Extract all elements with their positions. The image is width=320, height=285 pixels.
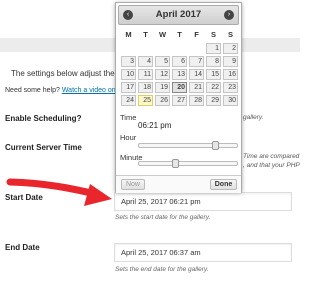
- end-date-input[interactable]: April 25, 2017 06:37 am: [114, 243, 292, 262]
- enable-scheduling-label: Enable Scheduling?: [5, 114, 82, 123]
- calendar-day[interactable]: 15: [206, 69, 221, 80]
- calendar-day[interactable]: 23: [223, 82, 238, 93]
- weekday-header: S: [227, 30, 233, 39]
- server-time-desc-fragment-2: , and that your PHP: [243, 162, 300, 169]
- start-date-input[interactable]: April 25, 2017 06:21 pm: [114, 192, 292, 211]
- calendar-day[interactable]: 14: [189, 69, 204, 80]
- calendar-day[interactable]: 3: [121, 56, 136, 67]
- calendar-day[interactable]: 8: [206, 56, 221, 67]
- hour-slider[interactable]: [138, 141, 238, 150]
- start-date-label: Start Date: [5, 193, 43, 202]
- weekday-header: W: [158, 30, 167, 39]
- done-button[interactable]: Done: [210, 179, 237, 190]
- calendar-day[interactable]: 24: [121, 95, 136, 106]
- weekday-header: F: [194, 30, 199, 39]
- weekday-header: M: [125, 30, 132, 39]
- calendar-day-grid: 1 2 3 4 5 6 7 8 9 10 11 12 13 14 15 16 17 18 19 20 21 22 23 24 2…: [120, 43, 239, 108]
- picker-button-bar: Now Done: [116, 175, 241, 193]
- help-text: Need some help? Watch a video on ho: [5, 87, 125, 94]
- calendar-day[interactable]: 21: [189, 82, 204, 93]
- hour-label: Hour: [120, 133, 137, 142]
- calendar-day[interactable]: 16: [223, 69, 238, 80]
- calendar-day[interactable]: 26: [155, 95, 170, 106]
- calendar-day[interactable]: 7: [189, 56, 204, 67]
- calendar-day[interactable]: 4: [138, 56, 153, 67]
- calendar-day[interactable]: 27: [172, 95, 187, 106]
- calendar-day[interactable]: 13: [172, 69, 187, 80]
- weekday-header: S: [210, 30, 216, 39]
- end-date-label: End Date: [5, 243, 40, 252]
- now-button[interactable]: Now: [121, 179, 145, 190]
- calendar-day[interactable]: 12: [155, 69, 170, 80]
- server-time-desc-fragment-1: Time are compared: [243, 153, 300, 160]
- weekday-header: T: [143, 30, 148, 39]
- picker-header: ‹ April 2017 ›: [118, 5, 239, 25]
- calendar-day[interactable]: 19: [155, 82, 170, 93]
- calendar-day[interactable]: 11: [138, 69, 153, 80]
- calendar-day[interactable]: 30: [223, 95, 238, 106]
- month-title: April 2017: [155, 9, 202, 20]
- calendar-day[interactable]: 28: [189, 95, 204, 106]
- minute-slider-handle[interactable]: [172, 159, 180, 168]
- help-prefix: Need some help?: [5, 87, 60, 94]
- scheduling-desc-fragment: gallery.: [243, 114, 264, 121]
- next-month-icon[interactable]: ›: [224, 10, 234, 20]
- calendar-day[interactable]: 5: [155, 56, 170, 67]
- calendar-day[interactable]: 20: [172, 82, 187, 93]
- time-value: 06:21 pm: [138, 121, 172, 130]
- hour-slider-handle[interactable]: [211, 141, 219, 150]
- minute-slider[interactable]: [138, 159, 238, 168]
- calendar-day[interactable]: 22: [206, 82, 221, 93]
- calendar-day[interactable]: 6: [172, 56, 187, 67]
- calendar-day[interactable]: 2: [223, 43, 238, 54]
- calendar-day[interactable]: 1: [206, 43, 221, 54]
- calendar-day[interactable]: 25: [138, 95, 153, 106]
- calendar-day[interactable]: 17: [121, 82, 136, 93]
- datetime-picker: ‹ April 2017 › MTWTFSS 1 2 3 4 5 6 7 8 9 10 11 12 13…: [115, 2, 242, 193]
- start-date-description: Sets the start date for the gallery.: [115, 214, 211, 221]
- calendar-day[interactable]: 10: [121, 69, 136, 80]
- calendar-day[interactable]: 18: [138, 82, 153, 93]
- calendar-day[interactable]: 9: [223, 56, 238, 67]
- time-label: Time: [120, 113, 137, 122]
- weekday-header-row: MTWTFSS: [120, 30, 239, 40]
- weekday-header: T: [177, 30, 182, 39]
- server-time-label: Current Server Time: [5, 143, 82, 152]
- calendar-day[interactable]: 29: [206, 95, 221, 106]
- end-date-description: Sets the end date for the gallery.: [115, 266, 209, 273]
